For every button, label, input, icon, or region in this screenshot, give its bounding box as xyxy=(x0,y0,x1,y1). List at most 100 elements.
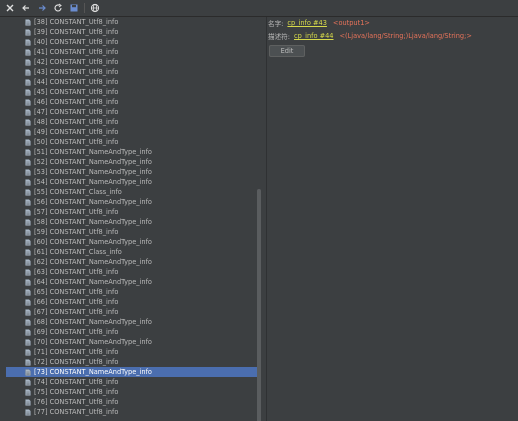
tree-row[interactable]: [41] CONSTANT_Utf8_info xyxy=(6,47,260,57)
tree-row[interactable]: [70] CONSTANT_NameAndType_info xyxy=(6,337,260,347)
close-icon[interactable] xyxy=(4,2,16,14)
tree-row[interactable]: [50] CONSTANT_Utf8_info xyxy=(6,137,260,147)
tree-row[interactable]: [45] CONSTANT_Utf8_info xyxy=(6,87,260,97)
file-icon xyxy=(25,318,31,326)
tree-row-label: [58] CONSTANT_NameAndType_info xyxy=(34,218,152,226)
save-icon[interactable] xyxy=(68,2,80,14)
tree-row[interactable]: [64] CONSTANT_NameAndType_info xyxy=(6,277,260,287)
tree-row[interactable]: [61] CONSTANT_Class_info xyxy=(6,247,260,257)
file-icon xyxy=(25,278,31,286)
toolbar-divider xyxy=(84,3,85,13)
tree-row-label: [63] CONSTANT_Utf8_info xyxy=(34,268,119,276)
tree-row-label: [47] CONSTANT_Utf8_info xyxy=(34,108,119,116)
tree-row[interactable]: [62] CONSTANT_NameAndType_info xyxy=(6,257,260,267)
tree-row[interactable]: [48] CONSTANT_Utf8_info xyxy=(6,117,260,127)
tree-row-label: [48] CONSTANT_Utf8_info xyxy=(34,118,119,126)
tree-row[interactable]: [71] CONSTANT_Utf8_info xyxy=(6,347,260,357)
file-icon xyxy=(25,298,31,306)
tree-row-label: [52] CONSTANT_NameAndType_info xyxy=(34,158,152,166)
tree-row[interactable]: [49] CONSTANT_Utf8_info xyxy=(6,127,260,137)
tree-row-label: [44] CONSTANT_Utf8_info xyxy=(34,78,119,86)
tree-row[interactable]: [46] CONSTANT_Utf8_info xyxy=(6,97,260,107)
tree-row-label: [45] CONSTANT_Utf8_info xyxy=(34,88,119,96)
tree-row[interactable]: [56] CONSTANT_NameAndType_info xyxy=(6,197,260,207)
tree-row[interactable]: [40] CONSTANT_Utf8_info xyxy=(6,37,260,47)
tree-row-label: [71] CONSTANT_Utf8_info xyxy=(34,348,119,356)
tree-row[interactable]: [47] CONSTANT_Utf8_info xyxy=(6,107,260,117)
refresh-icon[interactable] xyxy=(52,2,64,14)
globe-icon[interactable] xyxy=(89,2,101,14)
name-value: <output1> xyxy=(332,19,370,27)
file-icon xyxy=(25,48,31,56)
tree-row[interactable]: [39] CONSTANT_Utf8_info xyxy=(6,27,260,37)
tree-row-label: [51] CONSTANT_NameAndType_info xyxy=(34,148,152,156)
tree-row[interactable]: [60] CONSTANT_NameAndType_info xyxy=(6,237,260,247)
file-icon xyxy=(25,128,31,136)
file-icon xyxy=(25,388,31,396)
tree-row[interactable]: [43] CONSTANT_Utf8_info xyxy=(6,67,260,77)
tree-row[interactable]: [76] CONSTANT_Utf8_info xyxy=(6,397,260,407)
file-icon xyxy=(25,228,31,236)
file-icon xyxy=(25,68,31,76)
tree-row[interactable]: [51] CONSTANT_NameAndType_info xyxy=(6,147,260,157)
forward-arrow-icon[interactable] xyxy=(36,2,48,14)
tree-row[interactable]: [66] CONSTANT_Utf8_info xyxy=(6,297,260,307)
file-icon xyxy=(25,408,31,416)
tree-row[interactable]: [74] CONSTANT_Utf8_info xyxy=(6,377,260,387)
file-icon xyxy=(25,118,31,126)
tree-row-label: [69] CONSTANT_Utf8_info xyxy=(34,328,119,336)
descriptor-value: <(Ljava/lang/String;)Ljava/lang/String;> xyxy=(339,32,472,40)
tree-row[interactable]: [77] CONSTANT_Utf8_info xyxy=(6,407,260,417)
tree-row[interactable]: [52] CONSTANT_NameAndType_info xyxy=(6,157,260,167)
tree-row-label: [73] CONSTANT_NameAndType_info xyxy=(34,368,152,376)
file-icon xyxy=(25,88,31,96)
tree-row[interactable]: [42] CONSTANT_Utf8_info xyxy=(6,57,260,67)
tree-row-label: [65] CONSTANT_Utf8_info xyxy=(34,288,119,296)
name-row: 名字: cp_info #43 <output1> xyxy=(268,18,370,28)
tree-row-label: [53] CONSTANT_NameAndType_info xyxy=(34,168,152,176)
tree-row[interactable]: [68] CONSTANT_NameAndType_info xyxy=(6,317,260,327)
tree-row-label: [72] CONSTANT_Utf8_info xyxy=(34,358,119,366)
file-icon xyxy=(25,38,31,46)
tree-row-label: [54] CONSTANT_NameAndType_info xyxy=(34,178,152,186)
tree-row-label: [75] CONSTANT_Utf8_info xyxy=(34,388,119,396)
tree-row-label: [62] CONSTANT_NameAndType_info xyxy=(34,258,152,266)
file-icon xyxy=(25,268,31,276)
tree-row-label: [40] CONSTANT_Utf8_info xyxy=(34,38,119,46)
file-icon xyxy=(25,248,31,256)
tree-row[interactable]: [38] CONSTANT_Utf8_info xyxy=(6,17,260,27)
tree-row[interactable]: [75] CONSTANT_Utf8_info xyxy=(6,387,260,397)
tree-row[interactable]: [55] CONSTANT_Class_info xyxy=(6,187,260,197)
tree-row[interactable]: [67] CONSTANT_Utf8_info xyxy=(6,307,260,317)
tree-row[interactable]: [57] CONSTANT_Utf8_info xyxy=(6,207,260,217)
vertical-scrollbar[interactable] xyxy=(257,189,261,421)
file-icon xyxy=(25,358,31,366)
tree-row[interactable]: [58] CONSTANT_NameAndType_info xyxy=(6,217,260,227)
tree-row-label: [38] CONSTANT_Utf8_info xyxy=(34,18,119,26)
tree-row-label: [42] CONSTANT_Utf8_info xyxy=(34,58,119,66)
descriptor-cp-link[interactable]: cp_info #44 xyxy=(294,32,334,40)
toolbar xyxy=(0,0,518,17)
tree-row[interactable]: [65] CONSTANT_Utf8_info xyxy=(6,287,260,297)
tree-row[interactable]: [53] CONSTANT_NameAndType_info xyxy=(6,167,260,177)
back-arrow-icon[interactable] xyxy=(20,2,32,14)
name-cp-link[interactable]: cp_info #43 xyxy=(287,19,327,27)
file-icon xyxy=(25,138,31,146)
file-icon xyxy=(25,28,31,36)
file-icon xyxy=(25,368,31,376)
tree-row[interactable]: [59] CONSTANT_Utf8_info xyxy=(6,227,260,237)
file-icon xyxy=(25,58,31,66)
descriptor-row: 描述符: cp_info #44 <(Ljava/lang/String;)Lj… xyxy=(268,31,472,41)
tree-row-label: [56] CONSTANT_NameAndType_info xyxy=(34,198,152,206)
tree-row[interactable]: [44] CONSTANT_Utf8_info xyxy=(6,77,260,87)
tree-row[interactable]: [72] CONSTANT_Utf8_info xyxy=(6,357,260,367)
tree-row[interactable]: [73] CONSTANT_NameAndType_info xyxy=(6,367,260,377)
tree-row-label: [50] CONSTANT_Utf8_info xyxy=(34,138,119,146)
constant-pool-tree[interactable]: [38] CONSTANT_Utf8_info [39] CONSTANT_Utf… xyxy=(0,17,267,421)
file-icon xyxy=(25,158,31,166)
file-icon xyxy=(25,218,31,226)
edit-button[interactable]: Edit xyxy=(269,45,305,57)
tree-row[interactable]: [63] CONSTANT_Utf8_info xyxy=(6,267,260,277)
tree-row[interactable]: [54] CONSTANT_NameAndType_info xyxy=(6,177,260,187)
tree-row[interactable]: [69] CONSTANT_Utf8_info xyxy=(6,327,260,337)
